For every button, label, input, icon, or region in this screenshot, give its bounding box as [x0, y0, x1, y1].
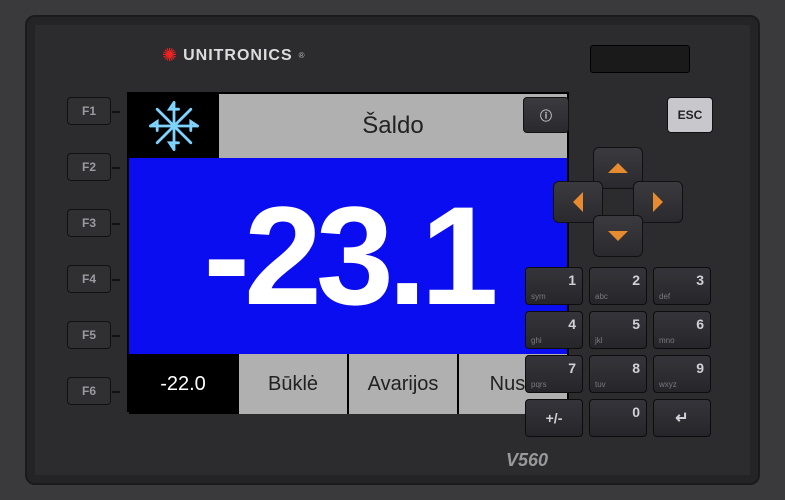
- esc-button[interactable]: ESC: [667, 97, 713, 133]
- key-4[interactable]: 4ghi: [525, 311, 583, 349]
- lcd-header: Šaldo: [129, 94, 567, 158]
- setpoint-readout[interactable]: -22.0: [129, 354, 237, 414]
- f5-key[interactable]: F5: [67, 321, 111, 349]
- arrow-left-icon: [573, 192, 583, 212]
- status-button[interactable]: Būklė: [237, 354, 347, 414]
- main-readout: -23.1: [129, 158, 567, 354]
- f1-key[interactable]: F1: [67, 97, 111, 125]
- device-panel: ✺ UNITRONICS ® F1 F2 F3 F4 F5 F6: [25, 15, 760, 485]
- aux-display: [590, 45, 690, 73]
- numeric-keypad: 1sym 2abc 3def 4ghi 5jkl 6mno 7pqrs 8tuv…: [523, 267, 713, 437]
- key-enter[interactable]: ↵: [653, 399, 711, 437]
- key-0[interactable]: 0: [589, 399, 647, 437]
- key-5[interactable]: 5jkl: [589, 311, 647, 349]
- alarms-button[interactable]: Avarijos: [347, 354, 457, 414]
- enter-icon: ↵: [654, 400, 710, 436]
- dpad: [553, 147, 683, 257]
- f3-key[interactable]: F3: [67, 209, 111, 237]
- right-panel: ⓘ ESC 1sym 2abc 3def 4ghi 5jkl 6mno 7pqr…: [523, 97, 713, 437]
- key-3[interactable]: 3def: [653, 267, 711, 305]
- function-key-column: F1 F2 F3 F4 F5 F6: [67, 97, 111, 405]
- lcd-screen: Šaldo -23.1 -22.0 Būklė Avarijos Nust.: [127, 92, 569, 412]
- key-6[interactable]: 6mno: [653, 311, 711, 349]
- registered-mark: ®: [299, 51, 305, 60]
- brand-logo-icon: ✺: [162, 45, 177, 66]
- snowflake-icon: [146, 98, 202, 154]
- key-8[interactable]: 8tuv: [589, 355, 647, 393]
- lcd-footer: -22.0 Būklė Avarijos Nust.: [129, 354, 567, 414]
- model-label: V560: [506, 450, 548, 471]
- info-button[interactable]: ⓘ: [523, 97, 569, 133]
- key-sign[interactable]: +/-: [525, 399, 583, 437]
- arrow-right-icon: [653, 192, 663, 212]
- f2-key[interactable]: F2: [67, 153, 111, 181]
- mode-icon-cell: [129, 94, 219, 158]
- f6-key[interactable]: F6: [67, 377, 111, 405]
- key-9[interactable]: 9wxyz: [653, 355, 711, 393]
- key-7[interactable]: 7pqrs: [525, 355, 583, 393]
- f4-key[interactable]: F4: [67, 265, 111, 293]
- brand-name: UNITRONICS: [183, 47, 293, 65]
- arrow-down-icon: [608, 231, 628, 241]
- brand: ✺ UNITRONICS ®: [162, 45, 305, 66]
- screen-title: Šaldo: [219, 94, 567, 158]
- dpad-down-button[interactable]: [593, 215, 643, 257]
- key-1[interactable]: 1sym: [525, 267, 583, 305]
- key-2[interactable]: 2abc: [589, 267, 647, 305]
- arrow-up-icon: [608, 163, 628, 173]
